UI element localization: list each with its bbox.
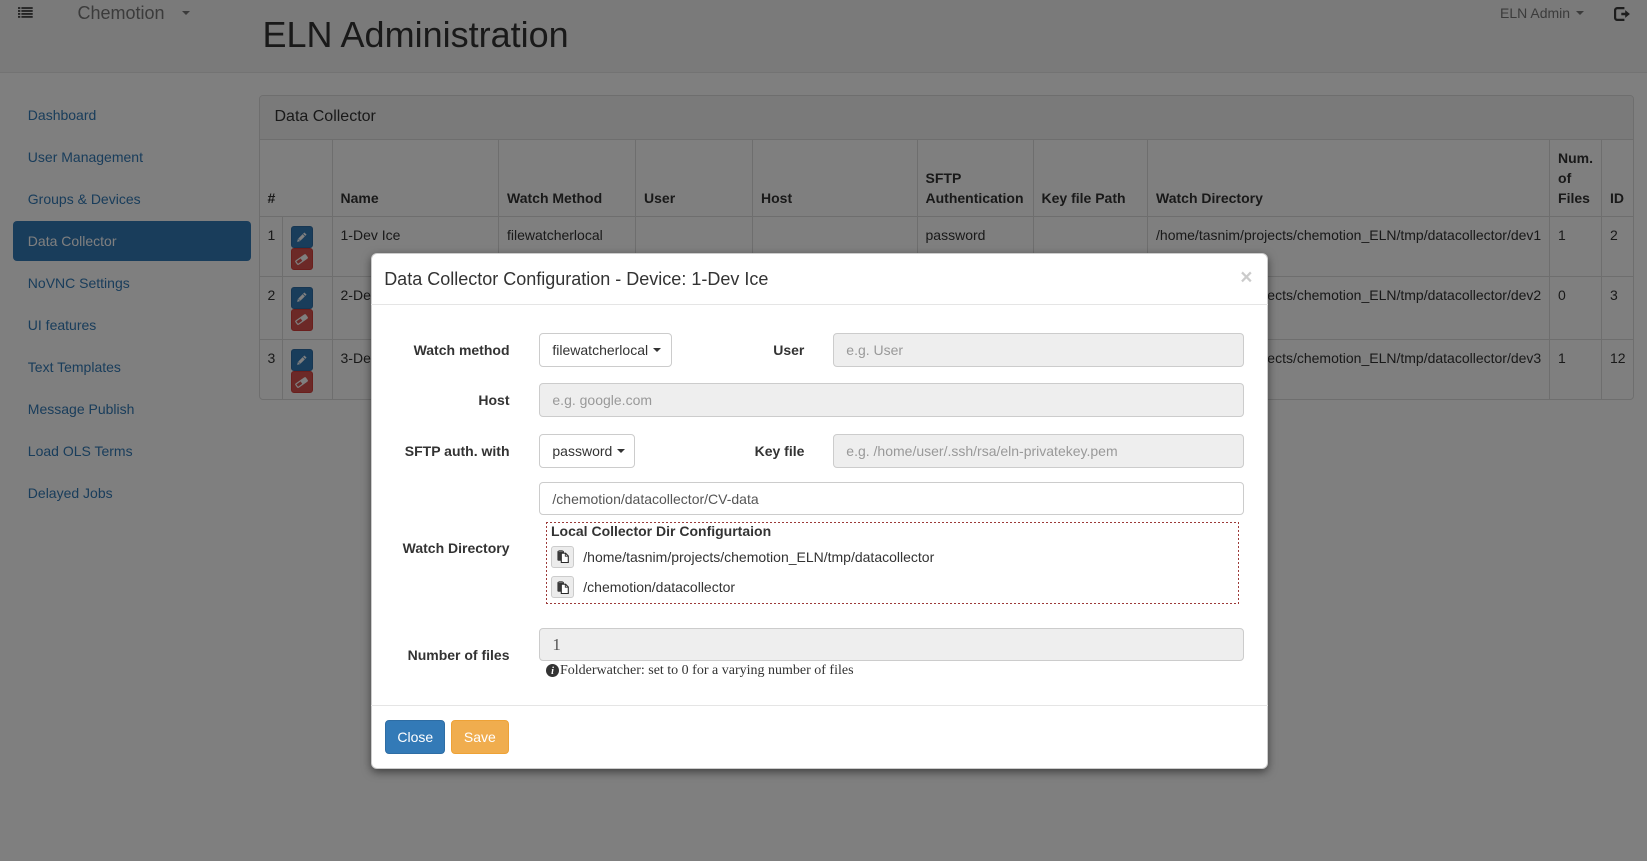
svg-text:i: i [551,666,554,677]
